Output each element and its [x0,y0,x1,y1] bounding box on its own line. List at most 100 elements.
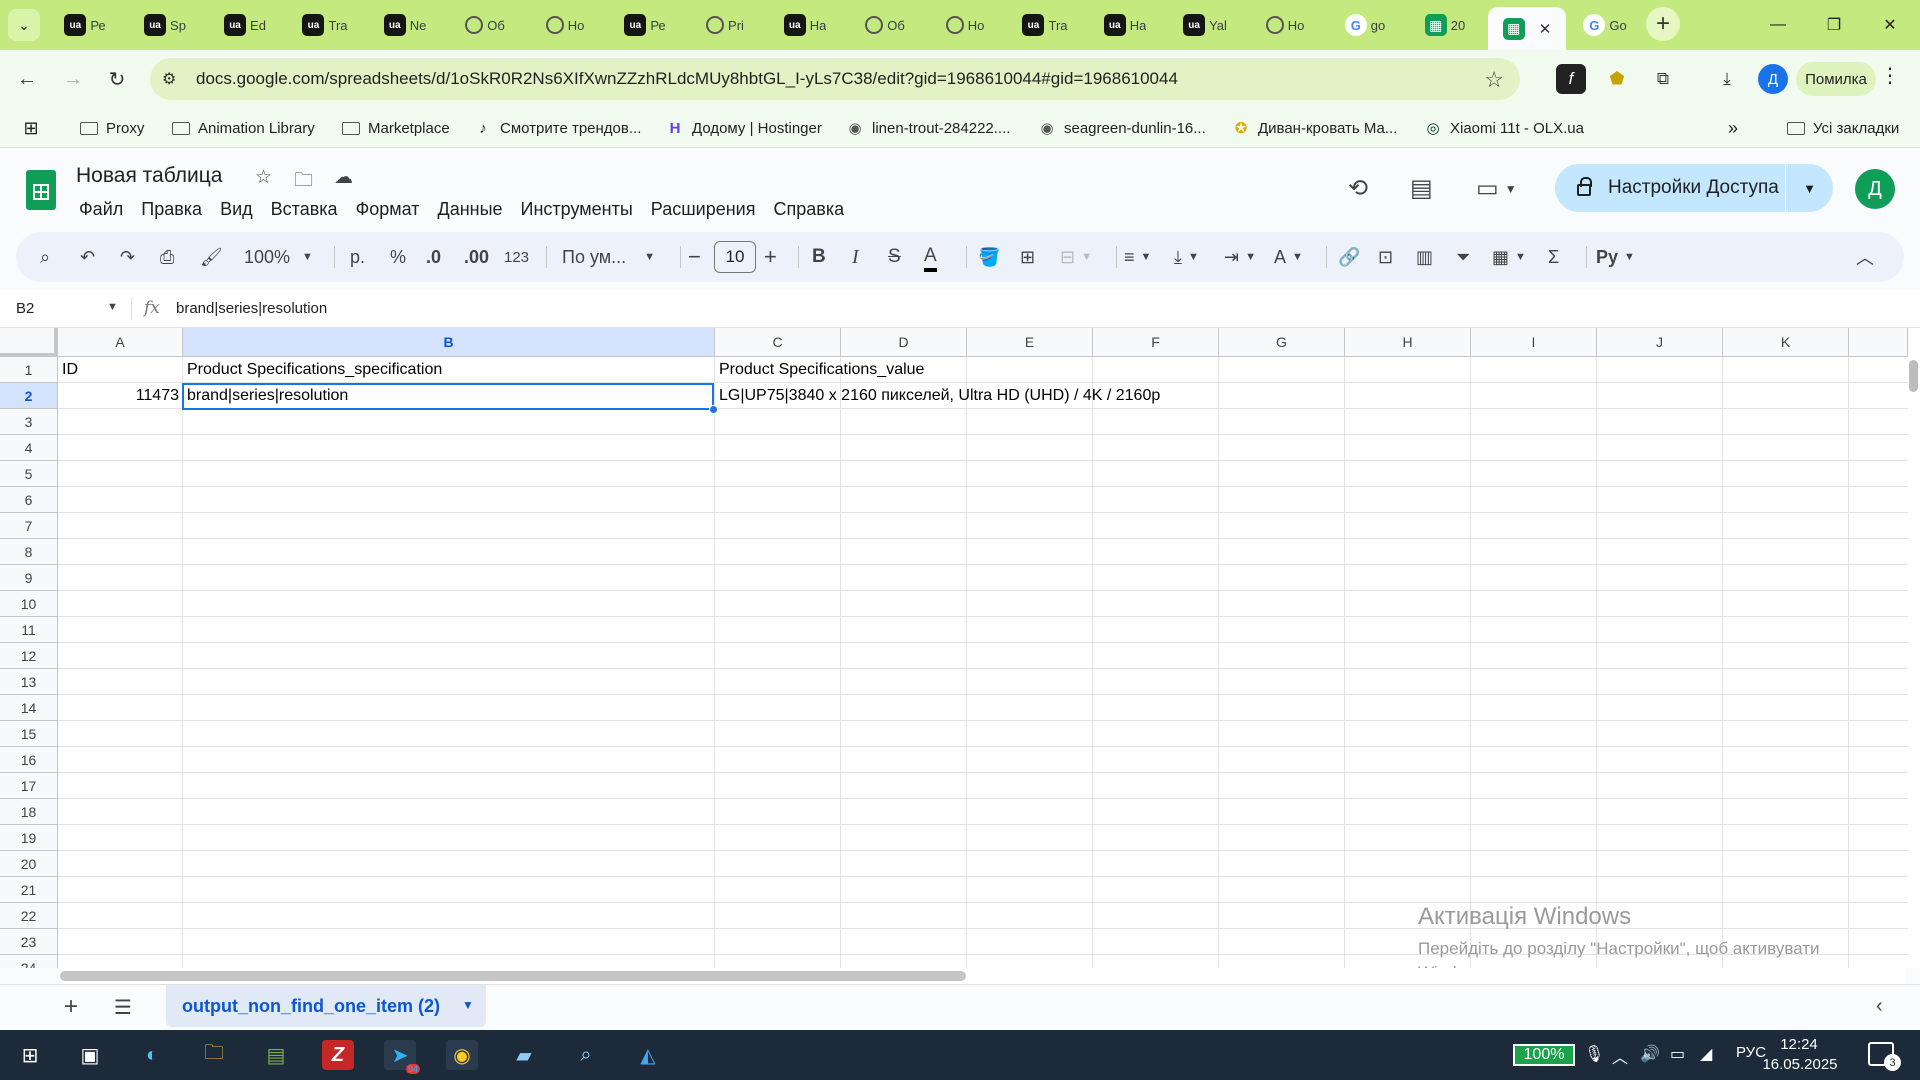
column-header[interactable]: I [1471,328,1597,357]
spreadsheet-grid[interactable]: ABCDEFGHIJK 1 2 3 4 5 6 7 8 9 10 11 12 13 14 15 16 17 18 1… [0,328,1920,968]
percent-format-button[interactable]: % [390,244,406,270]
share-dropdown-button[interactable]: ▼ [1785,164,1833,212]
windows-start-icon[interactable]: ⊞ [14,1040,46,1070]
url-text[interactable]: docs.google.com/spreadsheets/d/1oSkR0R2N… [196,69,1178,89]
row-header[interactable]: 3 [0,409,58,435]
paint-format-icon[interactable]: 🖌 [200,244,223,270]
forward-button[interactable]: → [58,64,88,94]
horizontal-scroll-thumb[interactable] [60,971,966,981]
row-header[interactable]: 20 [0,851,58,877]
insert-link-icon[interactable]: 🔗 [1338,244,1360,270]
row-header[interactable]: 24 [0,955,58,968]
merge-cells-icon[interactable]: ⊟ ▼ [1060,244,1092,270]
all-bookmarks[interactable]: Усі закладки [1787,116,1899,140]
browser-tab[interactable]: ua Ре [48,7,122,43]
move-folder-icon[interactable]: 🗀 [294,166,313,198]
filezilla-icon[interactable]: Z [322,1040,354,1070]
increase-font-size-button[interactable]: + [764,244,777,270]
extensions-puzzle-icon[interactable]: ⧉ [1648,64,1678,94]
menu-item[interactable]: Файл [70,196,132,222]
search-menus-icon[interactable]: ⌕ [40,244,50,270]
browser-tab[interactable]: Pri [688,7,762,43]
vertical-scroll-thumb[interactable] [1909,360,1918,392]
browser-tab[interactable]: ua Tra [1008,7,1082,43]
meet-camera-icon[interactable]: ▭ ▼ [1476,174,1517,203]
row-header[interactable]: 2 [0,383,58,409]
browser-tab[interactable]: ua Yal [1168,7,1242,43]
strikethrough-button[interactable]: S [888,244,901,270]
browser-tab[interactable]: Но [1248,7,1322,43]
site-info-icon[interactable]: ⚙ [162,69,176,89]
browser-tab[interactable]: ua Ne [368,7,442,43]
close-window-button[interactable]: ✕ [1868,8,1912,42]
battery-indicator[interactable]: 100% [1513,1044,1575,1066]
cell-c1[interactable]: Product Specifications_value [715,357,1355,383]
chevron-down-icon[interactable]: ▼ [462,998,474,1012]
cell-a1[interactable]: ID [58,357,183,383]
bookmark-item[interactable]: H Додому | Hostinger [666,116,822,140]
browser-tab[interactable]: ua Sp [128,7,202,43]
row-header[interactable]: 5 [0,461,58,487]
reload-button[interactable]: ↻ [102,64,132,94]
tab-search-button[interactable]: ⌄ [8,9,40,41]
cloud-status-icon[interactable]: ☁ [334,166,353,189]
browser-tab[interactable]: ▦ 20 [1408,7,1482,43]
menu-item[interactable]: Формат [347,196,429,222]
browser-tab[interactable]: Об [848,7,922,43]
column-header[interactable]: D [841,328,967,357]
row-header[interactable]: 14 [0,695,58,721]
apps-grid-icon[interactable]: ⊞ [22,116,40,140]
bookmark-item[interactable]: ◎ Xiaomi 11t - OLX.ua [1424,116,1584,140]
display-icon[interactable]: ▭ [1670,1044,1685,1064]
row-header[interactable]: 10 [0,591,58,617]
bookmark-item[interactable]: Proxy [80,116,144,140]
cell-c2[interactable]: LG|UP75|3840 x 2160 пикселей, Ultra HD (… [715,383,1475,409]
row-header[interactable]: 19 [0,825,58,851]
row-header[interactable]: 21 [0,877,58,903]
row-header[interactable]: 13 [0,669,58,695]
input-tools-icon[interactable]: Ру ▼ [1596,244,1635,270]
network-icon[interactable]: ◢ [1700,1044,1712,1064]
sheet-tab[interactable]: output_non_find_one_item (2) ▼ [166,985,486,1027]
maximize-button[interactable]: ❐ [1812,8,1856,42]
column-header[interactable]: E [967,328,1093,357]
more-formats-button[interactable]: 123 [504,244,529,270]
zoom-select[interactable]: 100% ▼ [244,244,313,270]
row-header[interactable]: 18 [0,799,58,825]
undo-icon[interactable]: ↶ [80,244,95,270]
browser-tab[interactable]: ua На [1088,7,1162,43]
browser-tab[interactable]: Но [528,7,602,43]
column-header[interactable]: F [1093,328,1219,357]
name-box[interactable]: B2 [16,300,34,317]
browser-tab[interactable]: ua Tra [288,7,362,43]
chrome-icon[interactable]: ◉ [446,1040,478,1070]
version-history-icon[interactable]: ⟲ [1348,174,1368,203]
formula-input[interactable]: brand|series|resolution [176,300,327,317]
increase-decimal-button[interactable]: .00 [464,244,489,270]
currency-format-button[interactable]: р. [350,244,365,270]
column-header[interactable]: K [1723,328,1849,357]
volume-icon[interactable]: 🔊 [1640,1044,1660,1064]
star-icon[interactable]: ☆ [255,166,272,189]
insert-comment-icon[interactable]: ⊡ [1378,244,1393,270]
row-header[interactable]: 7 [0,513,58,539]
bookmark-item[interactable]: ◉ seagreen-dunlin-16... [1038,116,1205,140]
chevron-down-icon[interactable]: ▼ [107,301,118,313]
borders-icon[interactable]: ⊞ [1020,244,1035,270]
functions-icon[interactable]: Σ [1548,244,1559,270]
browser-tab[interactable]: G Go [1570,7,1640,43]
column-header[interactable]: G [1219,328,1345,357]
menu-item[interactable]: Данные [429,196,512,222]
chevron-up-icon[interactable]: ︿ [1612,1044,1628,1068]
column-header[interactable]: B [183,328,715,357]
notepad-icon[interactable]: ▰ [508,1040,540,1070]
browser-tab[interactable]: ua Ed [208,7,282,43]
photos-icon[interactable]: ◭ [632,1040,664,1070]
row-header[interactable]: 22 [0,903,58,929]
select-all-corner[interactable] [0,328,58,357]
minimize-button[interactable]: — [1756,8,1800,42]
menu-item[interactable]: Справка [764,196,853,222]
microphone-icon[interactable]: 🎙 [1584,1044,1604,1064]
horizontal-align-icon[interactable]: ≡ ▼ [1124,244,1151,270]
filter-icon[interactable]: ⏷ [1456,244,1470,270]
